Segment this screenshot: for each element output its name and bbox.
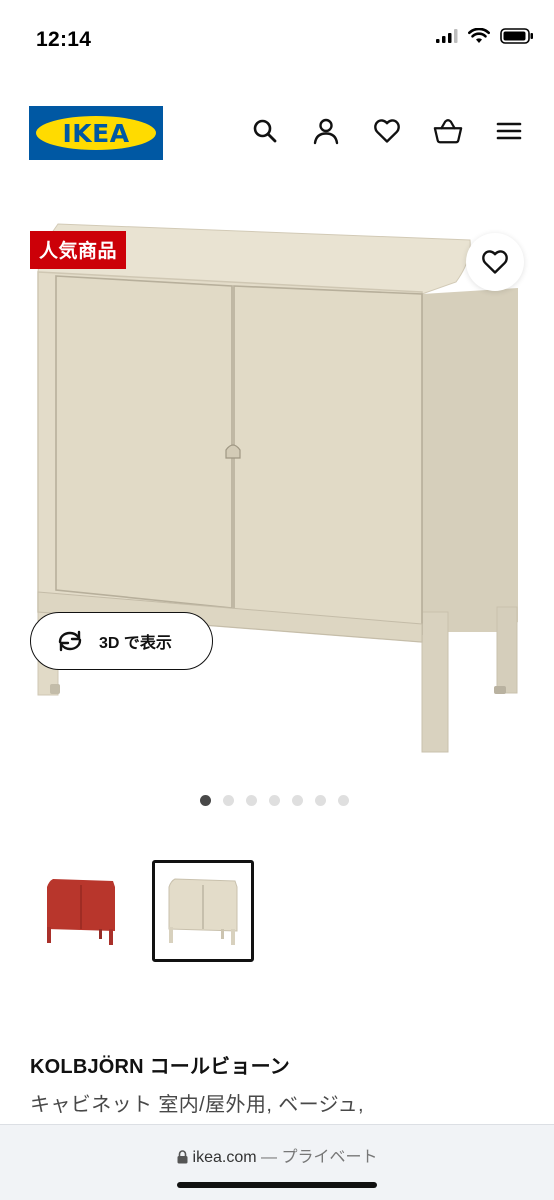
search-icon: [253, 119, 277, 143]
battery-icon: [500, 28, 533, 44]
add-to-favorites-button[interactable]: [466, 233, 524, 291]
basket-icon: [433, 119, 463, 144]
carousel-dot[interactable]: [246, 795, 257, 806]
view-in-3d-label: 3D で表示: [99, 635, 172, 652]
browser-address-bar[interactable]: ikea.com — プライベート: [0, 1124, 554, 1200]
cart-button[interactable]: [433, 116, 463, 146]
carousel-dot[interactable]: [338, 795, 349, 806]
status-time: 12:14: [36, 28, 92, 51]
carousel-dot[interactable]: [223, 795, 234, 806]
user-icon: [313, 118, 339, 145]
search-button[interactable]: [250, 116, 280, 146]
header-actions: [250, 116, 524, 146]
product-description: キャビネット 室内/屋外用, ベージュ,: [30, 1094, 364, 1116]
red-cabinet-thumbnail: [47, 879, 115, 945]
product-image-carousel[interactable]: 人気商品 3D で表示: [0, 212, 554, 772]
favorites-button[interactable]: [372, 116, 402, 146]
carousel-dot[interactable]: [269, 795, 280, 806]
rotate-3d-icon: [58, 630, 82, 652]
view-in-3d-button[interactable]: 3D で表示: [30, 612, 213, 670]
product-name: KOLBJÖRN コールビョーン: [30, 1056, 290, 1078]
ikea-logo[interactable]: IKEA: [29, 106, 163, 160]
carousel-dot[interactable]: [315, 795, 326, 806]
menu-button[interactable]: [494, 116, 524, 146]
home-indicator[interactable]: [177, 1182, 377, 1188]
lock-icon: [177, 1150, 188, 1164]
private-mode-label: プライベート: [281, 1149, 378, 1166]
carousel-dot[interactable]: [292, 795, 303, 806]
hamburger-menu-icon: [496, 122, 522, 140]
site-header: IKEA: [0, 100, 554, 164]
carousel-dots: [200, 795, 349, 806]
heart-icon: [482, 250, 508, 274]
variant-beige[interactable]: [152, 860, 254, 962]
variant-red[interactable]: [30, 860, 132, 962]
cabinet-image: [37, 223, 518, 753]
beige-cabinet-thumbnail: [168, 878, 238, 945]
color-variants: [30, 860, 254, 962]
wifi-icon: [468, 28, 490, 43]
status-icons: [436, 28, 534, 44]
popular-badge: 人気商品: [30, 231, 127, 269]
carousel-dot[interactable]: [200, 795, 211, 806]
logo-text: IKEA: [62, 118, 130, 148]
status-bar: 12:14: [0, 0, 554, 80]
url-separator: —: [261, 1149, 277, 1166]
account-button[interactable]: [311, 116, 341, 146]
heart-icon: [374, 119, 400, 143]
signal-icon: [436, 29, 458, 43]
url-display[interactable]: ikea.com — プライベート: [0, 1143, 554, 1167]
url-domain: ikea.com: [192, 1149, 257, 1166]
